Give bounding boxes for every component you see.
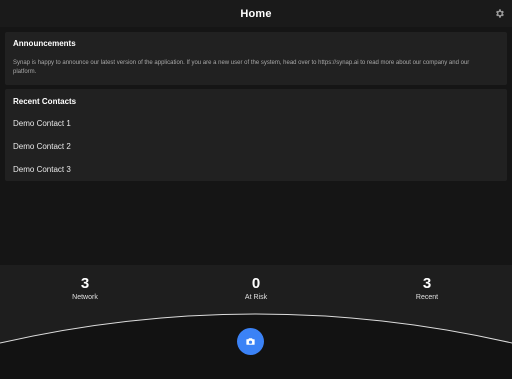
network-count: 3 bbox=[80, 275, 90, 292]
recent-contacts-title: Recent Contacts bbox=[13, 97, 77, 106]
settings-button[interactable] bbox=[493, 7, 505, 19]
recent-count: 3 bbox=[422, 275, 432, 292]
recent-label: Recent bbox=[415, 294, 439, 301]
app-root: Home Announcements Synap is happy to ann… bbox=[0, 0, 512, 379]
at-risk-count: 0 bbox=[251, 275, 261, 292]
stats-panel: 3 Network 0 At Risk 3 Recent bbox=[0, 265, 512, 379]
at-risk-label: At Risk bbox=[244, 294, 268, 301]
page-title: Home bbox=[240, 7, 272, 20]
camera-icon bbox=[246, 338, 255, 345]
contact-item-2[interactable]: Demo Contact 2 bbox=[13, 142, 71, 151]
recent-contacts-card: Recent Contacts Demo Contact 1 Demo Cont… bbox=[5, 89, 507, 181]
stat-recent[interactable]: 3 Recent bbox=[377, 275, 477, 301]
gear-icon bbox=[495, 8, 504, 18]
header-bar: Home bbox=[0, 0, 512, 27]
contact-item-3[interactable]: Demo Contact 3 bbox=[13, 165, 71, 174]
contact-item-1[interactable]: Demo Contact 1 bbox=[13, 119, 71, 128]
announcements-card: Announcements Synap is happy to announce… bbox=[5, 32, 507, 85]
announcements-title: Announcements bbox=[13, 39, 76, 48]
announcement-text: Synap is happy to announce our latest ve… bbox=[13, 60, 470, 75]
stat-at-risk[interactable]: 0 At Risk bbox=[206, 275, 306, 301]
camera-button[interactable] bbox=[237, 328, 264, 355]
stat-network[interactable]: 3 Network bbox=[35, 275, 135, 301]
network-label: Network bbox=[72, 294, 98, 301]
